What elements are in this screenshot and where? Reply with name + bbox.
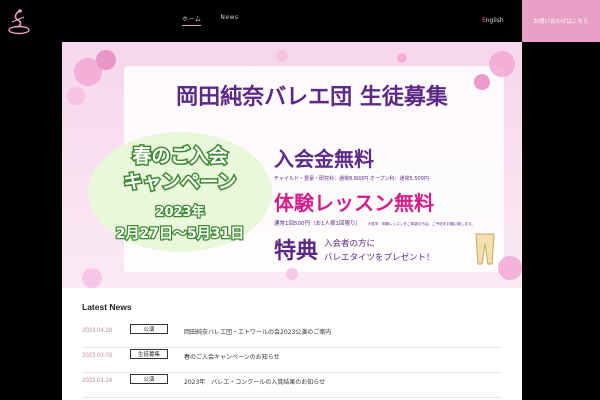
news-title[interactable]: 岡田純奈バレエ団・エトワールの会2023公演のご案内: [184, 327, 331, 336]
contact-button[interactable]: お問い合わせはこちら: [522, 0, 600, 42]
news-item[interactable]: 2023.04.28 公演 岡田純奈バレエ団・エトワールの会2023公演のご案内: [82, 324, 502, 348]
main-nav: ホーム News: [182, 14, 239, 26]
news-item[interactable]: 2023.03.03 生徒募集 春のご入会キャンペーンのお知らせ: [82, 349, 502, 373]
campaign-banner[interactable]: 岡田純奈バレエ団 生徒募集 春のご入会 キャンペーン 2023年 2月27日〜5…: [62, 42, 522, 288]
campaign-line-2: キャンペーン: [123, 171, 236, 193]
fee-free-text: 入会金無料: [274, 147, 374, 171]
news-category-badge: 生徒募集: [130, 349, 168, 359]
campaign-line-1: 春のご入会: [132, 144, 227, 167]
nav-item-home[interactable]: ホーム: [182, 14, 202, 26]
nav-item-news[interactable]: News: [220, 14, 238, 23]
language-switch[interactable]: English: [482, 17, 504, 24]
news-category-badge: 公演: [130, 374, 168, 384]
news-date: 2023.03.03: [82, 353, 113, 359]
language-switch-rest: nglish: [485, 17, 504, 24]
site-header: ホーム News English お問い合わせはこちら: [0, 0, 600, 42]
news-category-badge: 公演: [130, 324, 168, 334]
news-heading: Latest News: [82, 302, 132, 312]
campaign-period: 2月27日〜5月31日: [116, 226, 244, 242]
news-title[interactable]: 春のご入会キャンペーンのお知らせ: [184, 352, 280, 361]
trial-note-small: ※見学・体験レッスンをご希望の方は、ご予約をお願い致します。: [368, 221, 475, 226]
bonus-text-2: バレエタイツをプレゼント！: [324, 252, 435, 263]
campaign-year: 2023年: [155, 204, 204, 220]
news-date: 2023.01.14: [82, 378, 113, 384]
fee-note: チャイルド・豊豪・研究科：通常8,800円 オープン科：通常5,500円: [274, 175, 429, 182]
ballet-dancer-logo-icon[interactable]: [6, 8, 32, 36]
banner-title: 岡田純奈バレエ団 生徒募集: [176, 84, 449, 110]
bonus-text-1: 入会者の方に: [324, 238, 375, 249]
trial-free-text: 体験レッスン無料: [274, 191, 434, 215]
news-title[interactable]: 2023年 バレエ・コンクールの入賞結果のお知らせ: [184, 377, 325, 386]
news-item[interactable]: 2023.01.14 公演 2023年 バレエ・コンクールの入賞結果のお知らせ: [82, 374, 502, 398]
page: ホーム News English お問い合わせはこちら 岡田純奈バレエ団 生徒募…: [0, 0, 600, 400]
bonus-label: 特典: [274, 238, 318, 264]
latest-news-section: Latest News 2023.04.28 公演 岡田純奈バレエ団・エトワール…: [62, 288, 522, 400]
news-date: 2023.04.28: [82, 328, 113, 334]
trial-note: 通常1回500円（お1人様1回限り）: [274, 219, 361, 227]
